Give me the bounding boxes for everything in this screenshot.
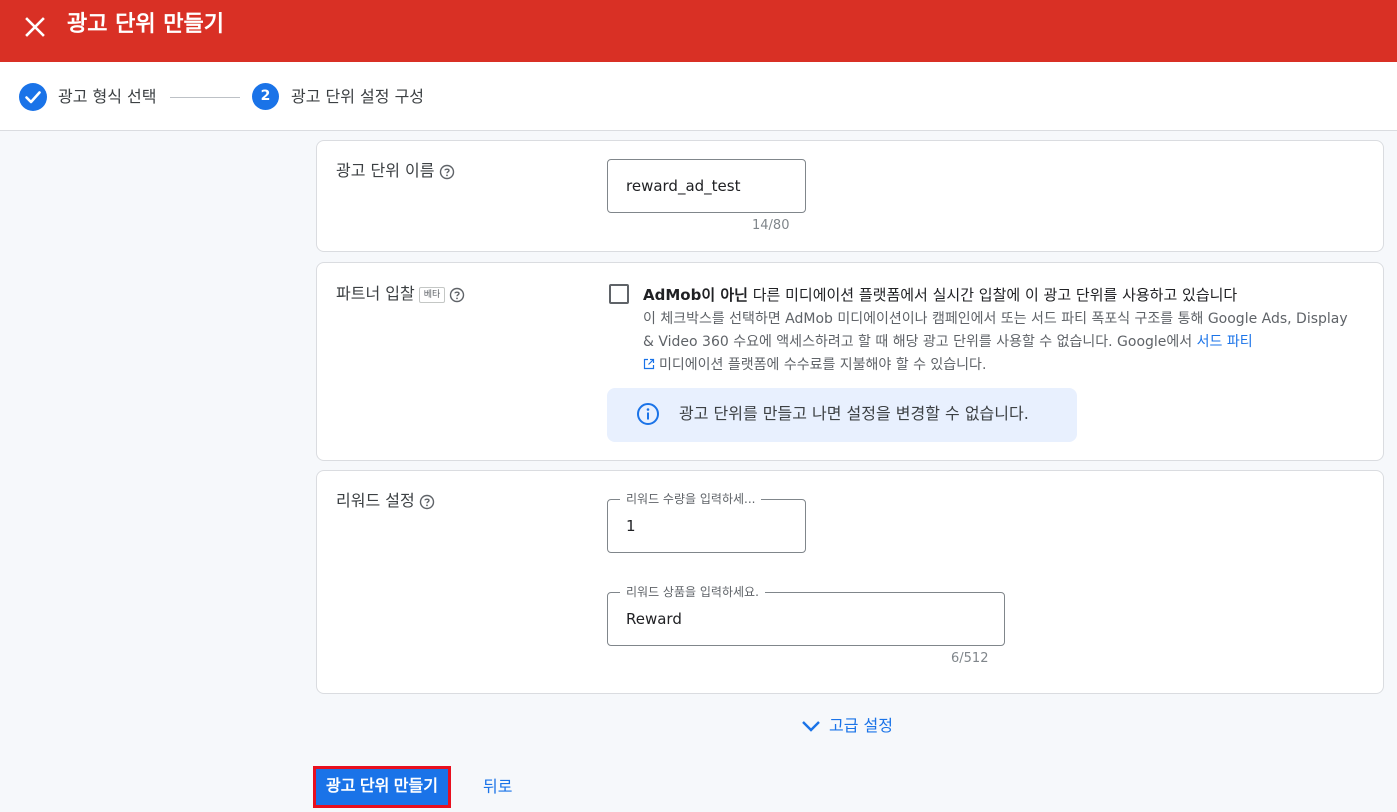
reward-amount-value: 1 (626, 517, 636, 535)
external-link-icon (643, 358, 655, 370)
partner-bidding-field-label: 파트너 입찰 베타 (336, 283, 465, 305)
help-icon[interactable] (439, 164, 455, 180)
stepper: 광고 형식 선택 2 광고 단위 설정 구성 (0, 62, 1397, 131)
partner-bidding-label: 파트너 입찰 (336, 284, 415, 303)
reward-amount-label: 리워드 수량을 입력하세... (620, 490, 762, 508)
beta-badge: 베타 (418, 286, 446, 303)
checkbox-title-rest: 다른 미디에이션 플랫폼에서 실시간 입찰에 이 광고 단위를 사용하고 있습니… (747, 286, 1238, 304)
description-text-2: 미디에이션 플랫폼에 수수료를 지불해야 할 수 있습니다. (659, 357, 987, 373)
checkbox-description: 이 체크박스를 선택하면 AdMob 미디에이션이나 캠페인에서 또는 서드 파… (643, 308, 1355, 377)
close-button[interactable] (22, 14, 48, 40)
ad-unit-name-field-label: 광고 단위 이름 (336, 160, 455, 182)
checkbox-title: AdMob이 아닌 다른 미디에이션 플랫폼에서 실시간 입찰에 이 광고 단위… (643, 284, 1237, 306)
reward-item-counter: 6/512 (951, 651, 989, 666)
checkbox-title-bold: AdMob이 아닌 (643, 286, 748, 304)
ad-unit-name-input[interactable]: reward_ad_test (607, 159, 806, 213)
back-button[interactable]: 뒤로 (483, 776, 512, 798)
third-party-link-label: 서드 파티 (1196, 334, 1253, 350)
reward-item-value: Reward (626, 610, 682, 628)
page-title: 광고 단위 만들기 (67, 12, 224, 37)
partner-bidding-card: 파트너 입찰 베타 AdMob이 아닌 다른 미디에이션 플랫폼에서 실시간 입찰… (316, 262, 1384, 461)
help-icon[interactable] (449, 287, 465, 303)
reward-settings-field-label: 리워드 설정 (336, 490, 435, 512)
step-2-label: 광고 단위 설정 구성 (291, 87, 425, 106)
create-ad-unit-button[interactable]: 광고 단위 만들기 (313, 766, 451, 808)
check-circle-icon (19, 83, 47, 111)
ad-unit-name-counter: 14/80 (752, 218, 790, 233)
top-app-bar: 광고 단위 만들기 (0, 0, 1397, 62)
chevron-down-icon (802, 721, 820, 732)
reward-item-label: 리워드 상품을 입력하세요. (620, 583, 765, 601)
reward-settings-card: 리워드 설정 리워드 수량을 입력하세... 1 리워드 상품을 입력하세요. … (316, 470, 1384, 694)
info-banner: 광고 단위를 만들고 나면 설정을 변경할 수 없습니다. (607, 388, 1077, 442)
reward-item-field[interactable]: 리워드 상품을 입력하세요. Reward (607, 583, 1005, 646)
help-icon[interactable] (419, 494, 435, 510)
advanced-settings-label: 고급 설정 (829, 716, 893, 735)
step-1-label: 광고 형식 선택 (58, 87, 157, 106)
info-icon (637, 403, 659, 425)
reward-settings-label: 리워드 설정 (336, 491, 415, 510)
partner-bidding-checkbox[interactable] (609, 284, 629, 304)
ad-unit-name-label: 광고 단위 이름 (336, 161, 435, 180)
ad-unit-name-card: 광고 단위 이름 reward_ad_test 14/80 (316, 140, 1384, 252)
reward-amount-field[interactable]: 리워드 수량을 입력하세... 1 (607, 490, 806, 553)
close-icon (25, 17, 45, 37)
step-connector (170, 97, 240, 98)
step-2-number: 2 (252, 83, 279, 110)
info-message: 광고 단위를 만들고 나면 설정을 변경할 수 없습니다. (679, 404, 1029, 423)
